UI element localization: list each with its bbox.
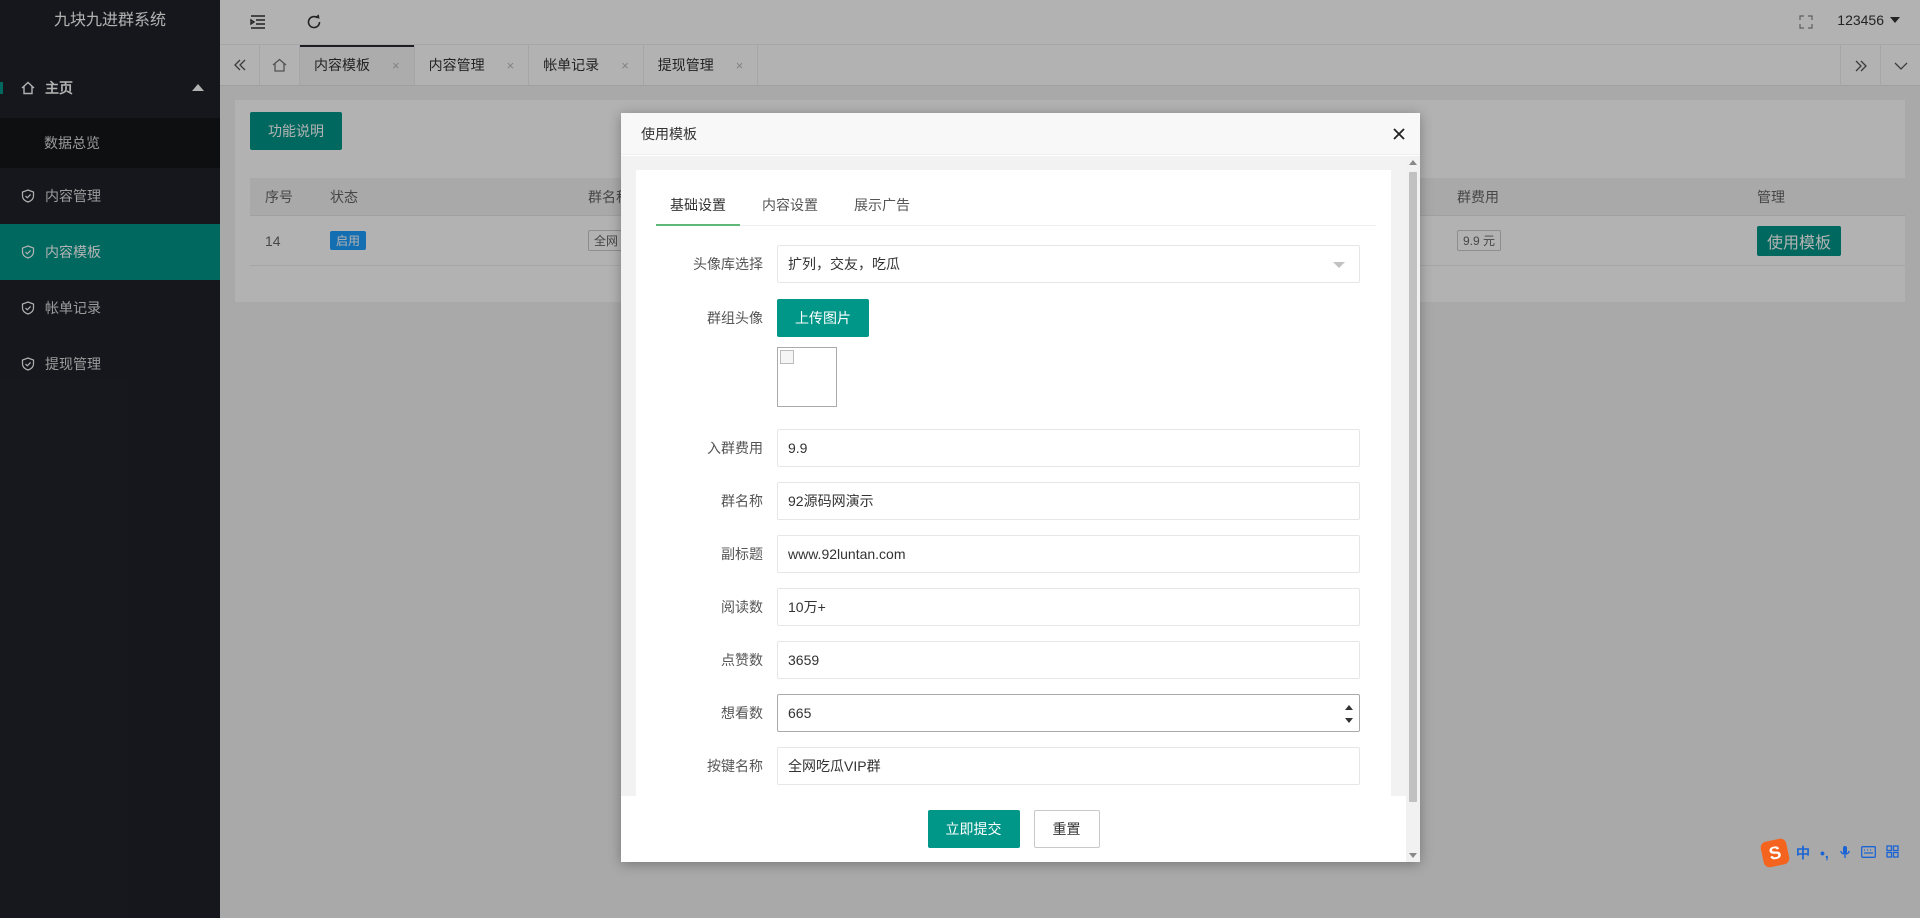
fee-row: 入群费用: [636, 429, 1391, 467]
avatar-lib-row: 头像库选择 扩列，交友，吃瓜: [636, 245, 1391, 283]
submit-button[interactable]: 立即提交: [927, 810, 1020, 848]
field-label: 群组头像: [707, 310, 763, 326]
number-stepper-icon[interactable]: [1345, 705, 1353, 723]
field-label: 阅读数: [721, 599, 763, 615]
upload-image-button[interactable]: 上传图片: [777, 299, 869, 337]
reset-button[interactable]: 重置: [1033, 810, 1100, 848]
group-avatar-row: 群组头像 上传图片: [636, 299, 1391, 409]
broken-image-icon: [780, 350, 794, 364]
modal-title: 使用模板: [621, 113, 1420, 155]
wants-number-input[interactable]: 665: [777, 694, 1360, 732]
form-card: 基础设置 内容设置 展示广告 头像库选择 扩列，交友，吃瓜 群组头像 上传图片: [636, 170, 1391, 796]
button-name-input[interactable]: [777, 747, 1360, 785]
subtitle-row: 副标题: [636, 535, 1391, 573]
group-name-row: 群名称: [636, 482, 1391, 520]
use-template-modal: 使用模板 基础设置 内容设置 展示广告 头像库选择 扩列，交友，吃瓜 群组头像 …: [621, 113, 1420, 862]
likes-input[interactable]: [777, 641, 1360, 679]
field-label: 按键名称: [707, 758, 763, 774]
field-label: 群名称: [721, 493, 763, 509]
avatar-lib-select[interactable]: 扩列，交友，吃瓜: [777, 245, 1360, 283]
modal-footer: 立即提交 重置: [621, 796, 1406, 862]
keyboard-icon[interactable]: [1860, 845, 1876, 861]
ime-toolbar: S 中 •,: [1759, 837, 1914, 869]
avatar-preview: [777, 347, 837, 407]
reads-row: 阅读数: [636, 588, 1391, 626]
field-label: 头像库选择: [693, 256, 763, 272]
fee-input[interactable]: [777, 429, 1360, 467]
button-name-row: 按键名称: [636, 747, 1391, 785]
field-label: 想看数: [721, 705, 763, 721]
microphone-icon[interactable]: [1839, 845, 1851, 862]
field-label: 入群费用: [707, 440, 763, 456]
sogou-logo-icon[interactable]: S: [1759, 837, 1791, 869]
subtitle-input[interactable]: [777, 535, 1360, 573]
grid-menu-icon[interactable]: [1886, 845, 1899, 861]
field-label: 副标题: [721, 546, 763, 562]
ime-lang-toggle[interactable]: 中: [1796, 843, 1810, 863]
chevron-down-icon: [1333, 262, 1345, 268]
tab-basic-settings[interactable]: 基础设置: [656, 195, 740, 226]
form-tabs: 基础设置 内容设置 展示广告: [656, 170, 1376, 226]
modal-scrollbar[interactable]: [1406, 156, 1420, 862]
scroll-down-icon[interactable]: [1409, 853, 1417, 858]
close-icon[interactable]: [1390, 125, 1408, 143]
tab-display-ads[interactable]: 展示广告: [840, 195, 924, 225]
input-value: 665: [788, 705, 812, 721]
wants-row: 想看数 665: [636, 694, 1391, 732]
scroll-up-icon[interactable]: [1409, 160, 1417, 165]
select-value: 扩列，交友，吃瓜: [788, 256, 900, 272]
ime-punct-toggle[interactable]: •,: [1820, 845, 1829, 861]
group-name-input[interactable]: [777, 482, 1360, 520]
likes-row: 点赞数: [636, 641, 1391, 679]
tab-content-settings[interactable]: 内容设置: [748, 195, 832, 225]
modal-body: 基础设置 内容设置 展示广告 头像库选择 扩列，交友，吃瓜 群组头像 上传图片: [621, 156, 1420, 796]
reads-input[interactable]: [777, 588, 1360, 626]
field-label: 点赞数: [721, 652, 763, 668]
scroll-thumb[interactable]: [1409, 172, 1417, 802]
